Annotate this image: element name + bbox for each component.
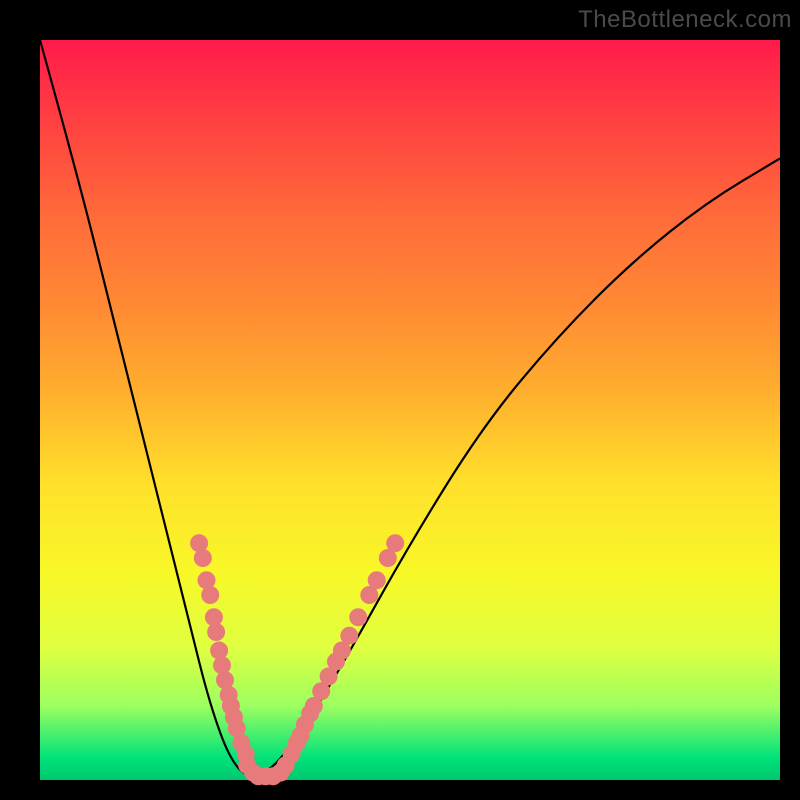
marker-dot [349,608,367,626]
marker-dot [194,549,212,567]
bottleneck-curve [40,40,780,776]
marker-dot [201,586,219,604]
marker-dot [386,534,404,552]
marker-dot [207,623,225,641]
marker-cluster [190,534,404,785]
marker-dot [340,627,358,645]
marker-dot [213,656,231,674]
watermark-text: TheBottleneck.com [578,6,792,34]
curve-svg [40,40,780,780]
marker-dot [368,571,386,589]
chart-frame: TheBottleneck.com [0,0,800,800]
plot-area [40,40,780,780]
